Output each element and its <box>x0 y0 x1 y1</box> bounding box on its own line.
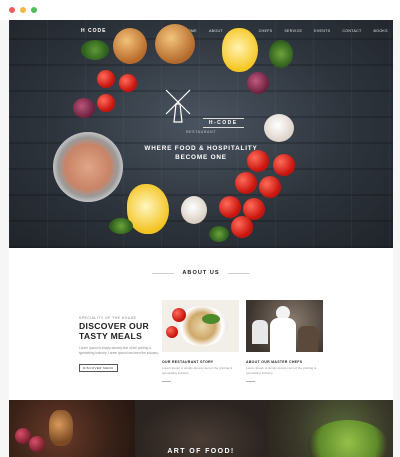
nav-logo[interactable]: H CODE <box>81 28 106 34</box>
about-body: Lorem Ipsum is simply dummy text of the … <box>79 346 159 355</box>
divider <box>227 272 250 274</box>
nav-item-chefs[interactable]: CHEFS <box>259 29 273 33</box>
tuna-can-image <box>53 132 123 202</box>
hero-branding: H-CODE RESTAURANT WHERE FOOD & HOSPITALI… <box>129 84 273 162</box>
about-heading: ABOUT US <box>9 267 393 279</box>
about-kicker: SPECIALITY OF THE HOUSE <box>79 316 137 320</box>
nav-item-service[interactable]: SERVICE <box>284 29 302 33</box>
divider <box>162 381 171 382</box>
herb-image <box>209 226 229 242</box>
food-plate-image[interactable] <box>162 300 239 352</box>
top-navigation: H CODE HOME ABOUT MENU CHEFS SERVICE EVE… <box>9 26 393 40</box>
onion-image <box>113 28 147 64</box>
about-headline-line2: TASTY MEALS <box>79 330 143 341</box>
master-chefs-text: Lorem Ipsum is simply dummy text of the … <box>246 366 317 375</box>
restaurant-story-text: Lorem Ipsum is simply dummy text of the … <box>162 366 233 375</box>
close-window-dot[interactable] <box>9 7 15 13</box>
lemon-image <box>127 184 169 234</box>
nav-item-books[interactable]: BOOKS <box>374 29 388 33</box>
about-title: ABOUT US <box>182 270 220 276</box>
tomato-image <box>259 176 281 198</box>
tomato-image <box>235 172 257 194</box>
master-chefs-title[interactable]: ABOUT OUR MASTER CHEFS <box>246 360 302 364</box>
web-page: H CODE HOME ABOUT MENU CHEFS SERVICE EVE… <box>9 20 393 457</box>
browser-window: H CODE HOME ABOUT MENU CHEFS SERVICE EVE… <box>0 0 400 457</box>
herb-image <box>269 40 293 68</box>
discover-menu-button[interactable]: DISCOVER MENU <box>79 364 118 372</box>
nav-item-contact[interactable]: CONTACT <box>342 29 361 33</box>
onion-image <box>155 24 195 64</box>
restaurant-story-title[interactable]: OUR RESTAURANT STORY <box>162 360 213 364</box>
red-onion-image <box>73 98 95 118</box>
nav-item-events[interactable]: EVENTS <box>314 29 330 33</box>
hero-section: H CODE HOME ABOUT MENU CHEFS SERVICE EVE… <box>9 20 393 248</box>
lemon-image <box>222 28 258 72</box>
art-of-food-title: ART OF FOOD! <box>167 448 235 455</box>
nav-menu: HOME ABOUT MENU CHEFS SERVICE EVENTS CON… <box>185 29 388 33</box>
hero-brand-name: H-CODE <box>202 118 244 128</box>
garlic-image <box>181 196 207 224</box>
herb-image <box>81 40 109 60</box>
hero-brand-sub: RESTAURANT <box>185 130 217 134</box>
maximize-window-dot[interactable] <box>31 7 37 13</box>
art-of-food-banner: ART OF FOOD! <box>9 400 393 457</box>
divider <box>152 272 175 274</box>
tomato-image <box>97 94 115 112</box>
tomato-image <box>97 70 115 88</box>
browser-chrome <box>0 0 400 20</box>
tomato-image <box>231 216 253 238</box>
tomato-image <box>273 154 295 176</box>
hero-tagline-line2: BECOME ONE <box>175 154 227 161</box>
tomato-image <box>219 196 241 218</box>
chefs-image[interactable] <box>246 300 323 352</box>
minimize-window-dot[interactable] <box>20 7 26 13</box>
divider <box>246 381 255 382</box>
herb-image <box>109 218 133 234</box>
windmill-logo-icon <box>165 89 191 123</box>
hero-tagline: WHERE FOOD & HOSPITALITY BECOME ONE <box>129 144 273 162</box>
about-intro: SPECIALITY OF THE HOUSE DISCOVER OUR TAS… <box>79 316 159 374</box>
about-headline: DISCOVER OUR TASTY MEALS <box>79 321 159 341</box>
nav-item-about[interactable]: ABOUT <box>209 29 223 33</box>
hero-tagline-line1: WHERE FOOD & HOSPITALITY <box>144 145 258 152</box>
